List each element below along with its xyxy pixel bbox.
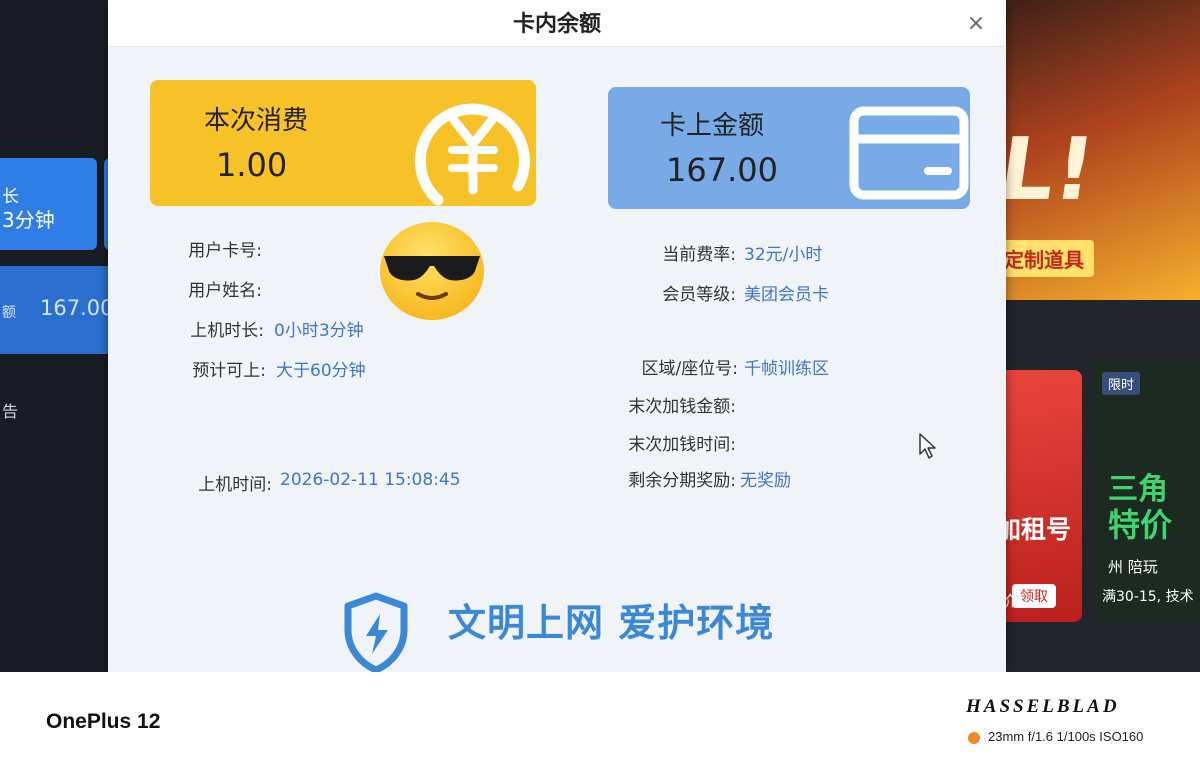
promo-card-red-title: 加租号 [996,515,1072,544]
promo-card-green[interactable]: 限时 三角 特价 州 陪玩 满30-15, 技术 [1094,360,1200,622]
card-balance-dialog: 卡内余额 × 本次消费 1.00 卡上金额 167.00 用户卡号: 用户姓名:… [108,0,1006,672]
promo-banner[interactable]: L! 定制道具 [990,0,1200,300]
online-duration-label: 上机时长: [190,321,264,341]
screen-photo: 长 3分钟 额 167.00 告 L! 定制道具 加租号 低价 领取 限时 三角… [0,0,1200,672]
camera-brand: HASSELBLAD [966,696,1120,717]
current-spend-label: 本次消费 [204,106,309,136]
yuan-icon [414,103,530,206]
promo-card-green-line3: 州 陪玩 [1108,558,1158,576]
banner-text: L! [992,120,1102,220]
member-level-label: 会员等级: [662,285,736,305]
promo-card-green-line2: 特价 [1108,506,1173,544]
exif-info: 23mm f/1.6 1/100s ISO160 [988,729,1144,744]
balance-bar-label: 额 [2,305,16,321]
session-time-value: 3分钟 [2,208,55,232]
card-number-label: 用户卡号: [188,241,262,261]
device-name: OnePlus 12 [46,710,161,733]
exif-dot-icon [968,732,980,744]
estimated-time-label: 预计可上: [192,361,266,381]
mouse-cursor-icon [919,433,936,459]
estimated-time-value: 大于60分钟 [276,361,366,381]
claim-button[interactable]: 领取 [1012,584,1056,608]
shield-lightning-icon [344,592,408,672]
last-topup-amount-label: 末次加钱金额: [628,397,736,417]
banner-pill: 定制道具 [994,240,1094,277]
current-rate-value: 32元/小时 [744,245,823,265]
card-balance-label: 卡上金额 [660,111,765,141]
installment-reward-value: 无奖励 [740,471,791,491]
installment-reward-label: 剩余分期奖励: [628,471,736,491]
sunglasses-emoji-icon [380,222,484,320]
current-spend-value: 1.00 [216,146,288,184]
balance-bar-value: 167.00 [40,296,114,320]
card-balance-value: 167.00 [666,151,778,189]
notice-link[interactable]: 告 [2,398,18,422]
camera-watermark-strip: OnePlus 12 HASSELBLAD 23mm f/1.6 1/100s … [0,672,1200,770]
last-topup-time-label: 末次加钱时间: [628,435,736,455]
member-level-value: 美团会员卡 [744,285,829,305]
dialog-title: 卡内余额 [512,12,601,37]
online-duration-value: 0小时3分钟 [274,321,364,341]
zone-seat-value: 千帧训练区 [744,359,829,379]
credit-card-icon [849,106,969,200]
current-rate-label: 当前费率: [662,245,736,265]
promo-card-green-line4: 满30-15, 技术 [1102,589,1194,605]
start-time-label: 上机时间: [198,475,272,495]
limited-tag: 限时 [1102,372,1141,395]
user-name-label: 用户姓名: [188,281,262,301]
slogan-text: 文明上网 爱护环境 [448,601,775,645]
dialog-titlebar: 卡内余额 × [108,0,1006,47]
zone-seat-label: 区域/座位号: [641,359,738,379]
card-balance-card: 卡上金额 167.00 [608,87,970,209]
background-store-right: L! 定制道具 加租号 低价 领取 限时 三角 特价 州 陪玩 满30-15, … [986,0,1200,672]
close-button[interactable]: × [964,12,988,36]
start-time-value: 2026-02-11 15:08:45 [280,470,461,490]
current-spend-card: 本次消费 1.00 [150,80,536,206]
session-time-tile: 长 3分钟 [0,158,97,250]
